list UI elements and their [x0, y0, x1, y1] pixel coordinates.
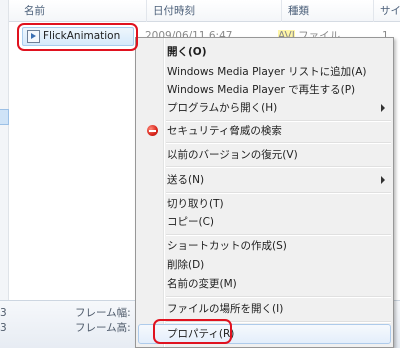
menu-item-create-shortcut[interactable]: ショートカットの作成(S): [138, 236, 391, 256]
menu-separator: [166, 142, 391, 144]
annotation-properties-highlight: [153, 319, 232, 344]
details-value-top: 3: [0, 307, 7, 319]
menu-item-delete[interactable]: 削除(D): [138, 255, 391, 275]
menu-item-copy[interactable]: コピー(C): [138, 212, 391, 232]
frame-height-label: フレーム高:: [75, 322, 131, 334]
column-date[interactable]: 日付時刻: [146, 0, 281, 22]
menu-item-open-with[interactable]: プログラムから開く(H): [138, 98, 391, 118]
frame-width-label: フレーム幅:: [75, 307, 131, 319]
menu-item-open-location[interactable]: ファイルの場所を開く(I): [138, 299, 391, 319]
annotation-file-highlight: [17, 23, 138, 51]
menu-item-security-scan-label: セキュリティ脅威の検索: [167, 125, 282, 137]
navigation-selected-item[interactable]: [0, 109, 9, 125]
menu-item-rename[interactable]: 名前の変更(M): [138, 274, 391, 294]
menu-item-cut[interactable]: 切り取り(T): [138, 194, 391, 214]
menu-item-add-to-list[interactable]: Windows Media Player リストに追加(A): [138, 62, 391, 82]
column-name[interactable]: 名前: [18, 0, 146, 22]
submenu-arrow-icon: [381, 104, 385, 112]
menu-item-security-scan[interactable]: セキュリティ脅威の検索: [138, 121, 391, 141]
submenu-arrow-icon: [381, 176, 385, 184]
menu-separator: [166, 166, 391, 168]
menu-item-send-to-label: 送る(N): [167, 174, 205, 186]
column-header: 名前 日付時刻 種類 サイズ: [9, 0, 400, 22]
column-type[interactable]: 種類: [281, 0, 373, 22]
menu-item-restore-versions[interactable]: 以前のバージョンの復元(V): [138, 145, 391, 165]
navigation-pane: [0, 0, 9, 300]
menu-item-open[interactable]: 開く(O): [138, 42, 391, 62]
menu-separator: [166, 296, 391, 298]
security-shield-icon: [147, 125, 158, 136]
context-menu: 開く(O) Windows Media Player リストに追加(A) Win…: [135, 37, 394, 348]
menu-item-play[interactable]: Windows Media Player で再生する(P): [138, 80, 391, 100]
column-size[interactable]: サイズ: [373, 0, 400, 22]
menu-item-open-with-label: プログラムから開く(H): [167, 102, 278, 114]
details-value-bottom: 3: [0, 322, 7, 334]
menu-item-send-to[interactable]: 送る(N): [138, 170, 391, 190]
